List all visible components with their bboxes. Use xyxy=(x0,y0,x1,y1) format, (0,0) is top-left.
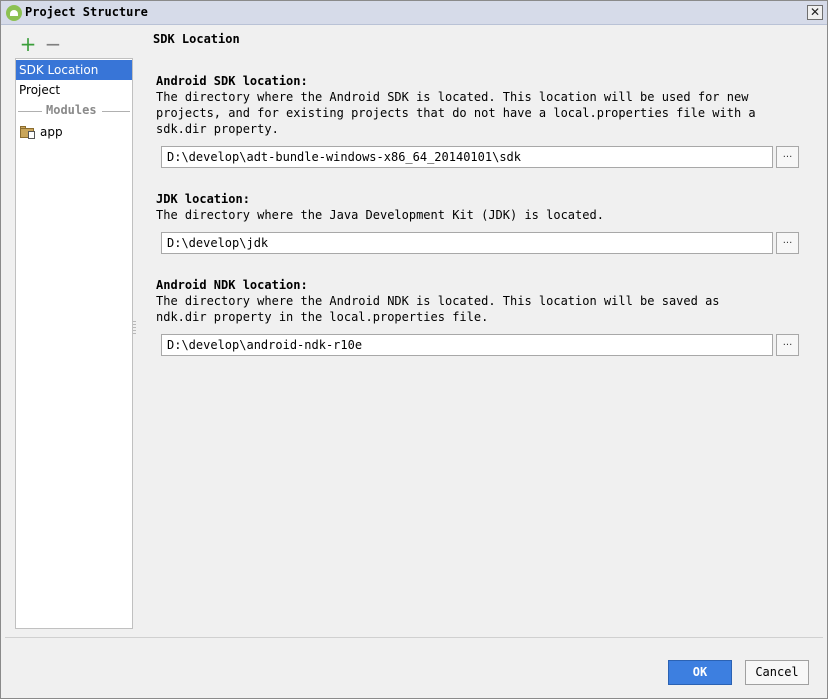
jdk-section: JDK location: The directory where the Ja… xyxy=(156,191,816,261)
remove-module-button[interactable]: − xyxy=(44,34,62,54)
add-module-button[interactable]: + xyxy=(19,34,37,54)
cancel-button[interactable]: Cancel xyxy=(745,660,809,685)
project-structure-dialog: Project Structure ✕ + − SDK Location Pro… xyxy=(0,0,828,699)
android-sdk-section: Android SDK location: The directory wher… xyxy=(156,73,816,173)
sidebar-item-sdk-location[interactable]: SDK Location xyxy=(16,60,132,80)
page-title: SDK Location xyxy=(153,32,240,46)
section-description: The directory where the Android NDK is l… xyxy=(156,294,720,324)
splitter-handle[interactable] xyxy=(133,321,136,335)
module-label: app xyxy=(40,125,63,139)
modules-separator: Modules xyxy=(16,103,132,119)
jdk-browse-button[interactable]: ... xyxy=(776,232,799,254)
close-button[interactable]: ✕ xyxy=(807,5,823,20)
section-description: The directory where the Java Development… xyxy=(156,208,604,222)
modules-header: Modules xyxy=(44,103,99,117)
sidebar: SDK Location Project Modules app xyxy=(15,58,133,629)
android-studio-icon xyxy=(6,5,22,21)
section-description: The directory where the Android SDK is l… xyxy=(156,90,756,136)
footer-divider xyxy=(5,637,823,638)
android-ndk-section: Android NDK location: The directory wher… xyxy=(156,277,816,367)
jdk-path-input[interactable]: D:\develop\jdk xyxy=(161,232,773,254)
section-title: Android SDK location: xyxy=(156,74,308,88)
section-title: Android NDK location: xyxy=(156,278,308,292)
section-title: JDK location: xyxy=(156,192,250,206)
android-module-folder-icon xyxy=(20,126,36,139)
android-sdk-browse-button[interactable]: ... xyxy=(776,146,799,168)
sidebar-item-project[interactable]: Project xyxy=(16,80,132,100)
title-bar[interactable]: Project Structure ✕ xyxy=(1,1,827,25)
android-ndk-browse-button[interactable]: ... xyxy=(776,334,799,356)
android-ndk-path-input[interactable]: D:\develop\android-ndk-r10e xyxy=(161,334,773,356)
android-sdk-path-input[interactable]: D:\develop\adt-bundle-windows-x86_64_201… xyxy=(161,146,773,168)
ok-button[interactable]: OK xyxy=(668,660,732,685)
window-title: Project Structure xyxy=(25,5,148,19)
